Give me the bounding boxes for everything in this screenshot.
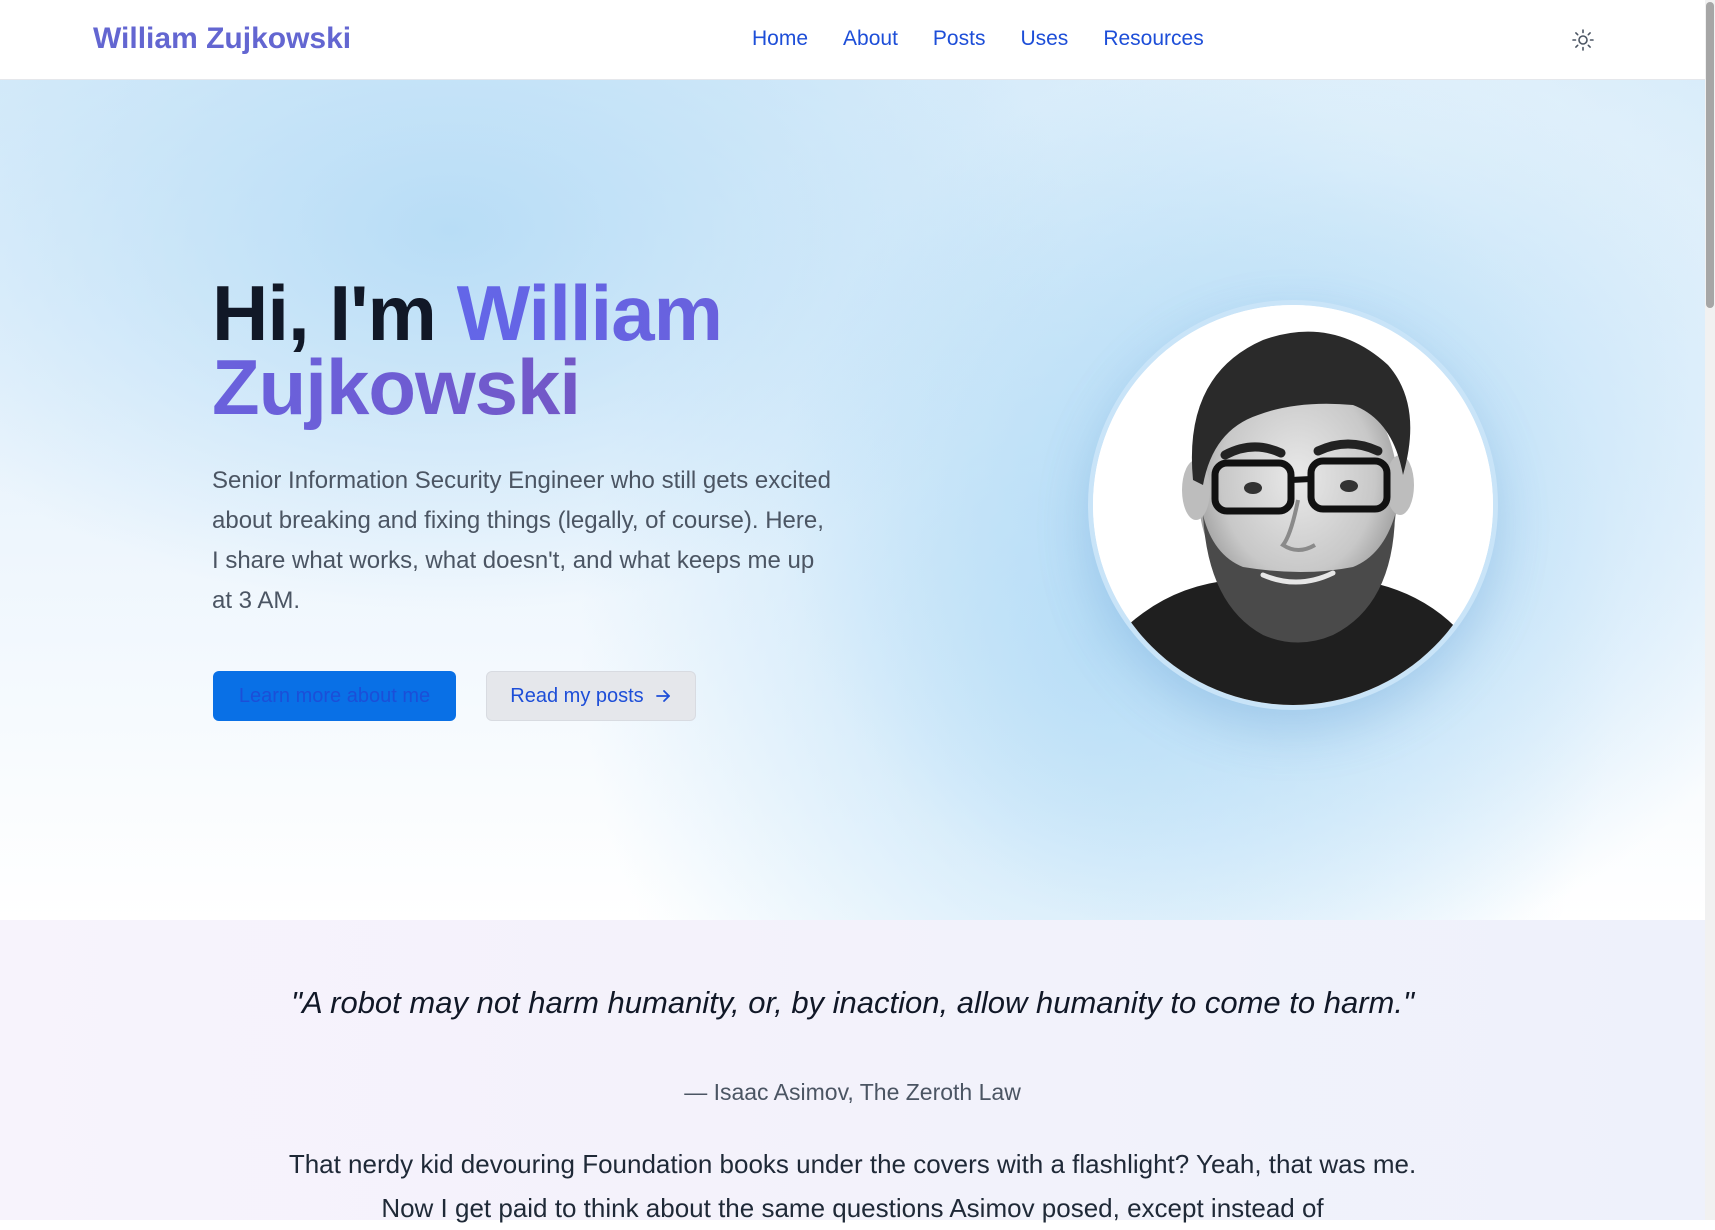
nav-uses[interactable]: Uses xyxy=(1020,27,1068,51)
quote-attribution: — Isaac Asimov, The Zeroth Law xyxy=(684,1079,1021,1105)
hero-bio: Senior Information Security Engineer who… xyxy=(212,467,831,614)
learn-more-button[interactable]: Learn more about me xyxy=(213,671,456,721)
theme-toggle-button[interactable] xyxy=(1571,28,1595,52)
scrollbar-thumb[interactable] xyxy=(1706,2,1714,308)
asimov-quote: "A robot may not harm humanity, or, by i… xyxy=(290,985,1414,1020)
read-posts-button[interactable]: Read my posts xyxy=(486,671,696,721)
read-posts-label: Read my posts xyxy=(510,684,644,707)
quote-section: "A robot may not harm humanity, or, by i… xyxy=(0,920,1705,1223)
sun-icon xyxy=(1572,29,1594,51)
learn-more-label: Learn more about me xyxy=(238,684,431,707)
page-scrollbar[interactable] xyxy=(1705,0,1715,1220)
nav-home[interactable]: Home xyxy=(752,27,808,51)
intro-story: That nerdy kid devouring Foundation book… xyxy=(288,1149,1417,1223)
nav-posts[interactable]: Posts xyxy=(933,27,986,51)
nav-about[interactable]: About xyxy=(843,27,898,51)
hero-section: Hi, I'm William Zujkowski Senior Informa… xyxy=(0,80,1705,920)
nav-resources[interactable]: Resources xyxy=(1103,27,1203,51)
site-header: William Zujkowski Home About Posts Uses … xyxy=(0,0,1705,80)
profile-photo xyxy=(1093,305,1493,705)
site-brand[interactable]: William Zujkowski xyxy=(93,22,351,56)
hero-title: Hi, I'm William Zujkowski xyxy=(212,274,912,426)
profile-avatar xyxy=(1088,300,1498,710)
arrow-right-icon xyxy=(655,690,670,702)
main-nav: Home About Posts Uses Resources xyxy=(752,27,1204,51)
